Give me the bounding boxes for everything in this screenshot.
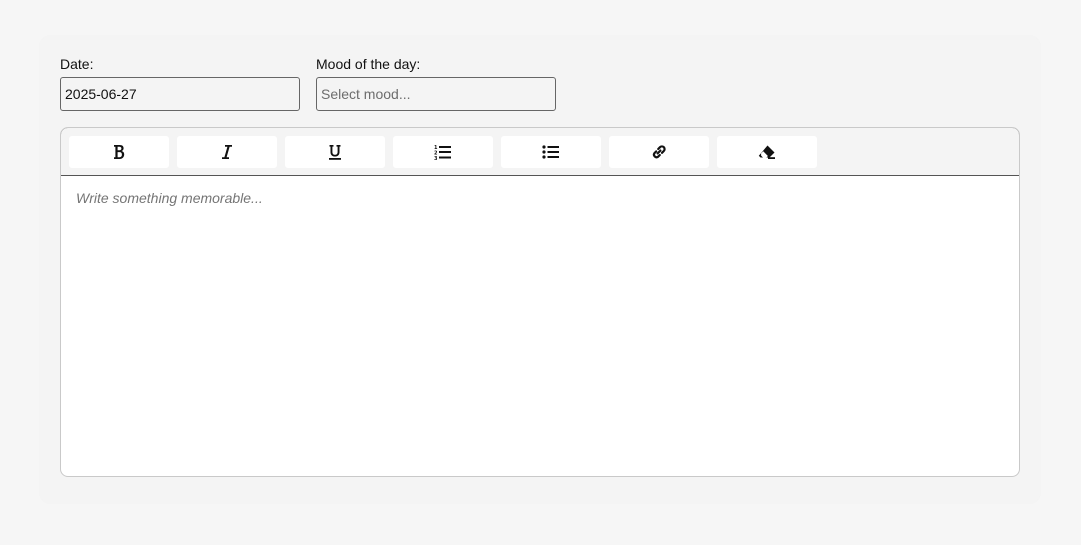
ordered-list-icon: 1 2 3	[434, 144, 452, 160]
date-field-group: Date:	[60, 56, 300, 111]
ordered-list-button[interactable]: 1 2 3	[393, 136, 493, 168]
rich-text-editor: 1 2 3 Write something memorable...	[60, 127, 1020, 477]
mood-field-group: Mood of the day:	[316, 56, 556, 111]
date-input[interactable]	[60, 77, 300, 111]
unordered-list-button[interactable]	[501, 136, 601, 168]
svg-text:3: 3	[434, 156, 438, 160]
clear-format-button[interactable]	[717, 136, 817, 168]
editor-toolbar: 1 2 3	[61, 128, 1019, 176]
unordered-list-icon	[542, 144, 560, 160]
underline-button[interactable]	[285, 136, 385, 168]
editor-content[interactable]: Write something memorable...	[61, 176, 1019, 474]
underline-icon	[328, 144, 342, 160]
italic-icon	[221, 144, 233, 160]
mood-input[interactable]	[316, 77, 556, 111]
eraser-icon	[758, 144, 776, 160]
mood-label: Mood of the day:	[316, 56, 421, 72]
link-button[interactable]	[609, 136, 709, 168]
journal-entry-card: Date: Mood of the day:	[40, 36, 1040, 503]
link-icon	[650, 143, 668, 161]
italic-button[interactable]	[177, 136, 277, 168]
bold-icon	[112, 144, 126, 160]
date-label: Date:	[60, 56, 94, 72]
bold-button[interactable]	[69, 136, 169, 168]
